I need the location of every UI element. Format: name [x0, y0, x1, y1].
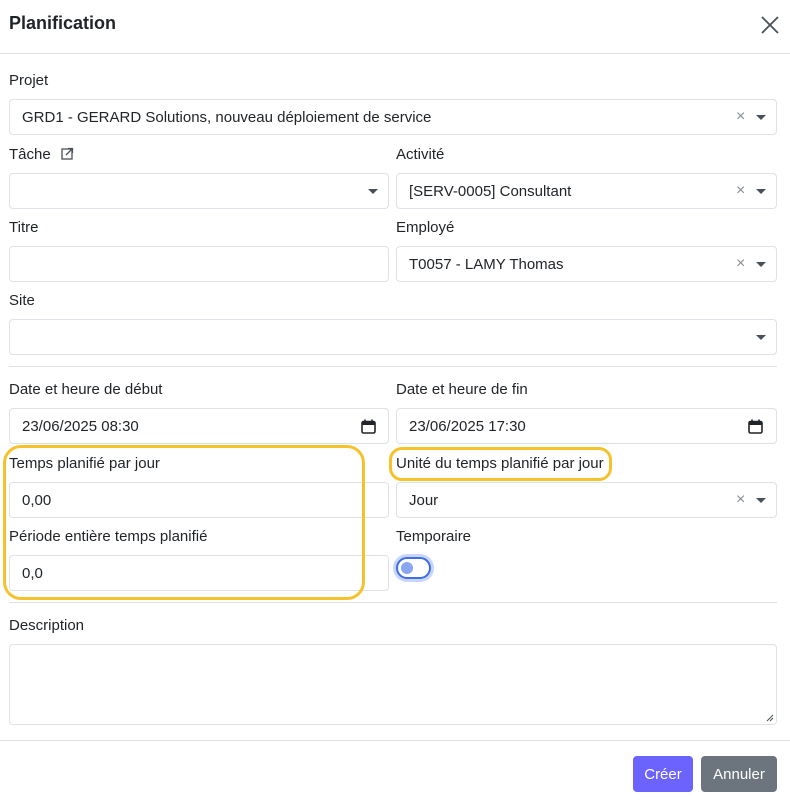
cancel-button[interactable]: Annuler [701, 756, 777, 792]
section-divider [9, 602, 777, 603]
project-select[interactable]: GRD1 - GERARD Solutions, nouveau déploie… [9, 99, 777, 135]
clear-icon[interactable]: × [736, 109, 745, 125]
activity-value: [SERV-0005] Consultant [409, 183, 572, 200]
end-label: Date et heure de fin [396, 381, 528, 398]
chevron-down-icon[interactable] [756, 189, 766, 194]
start-datetime-input[interactable]: 23/06/2025 08:30 [9, 408, 389, 444]
activity-label: Activité [396, 146, 445, 163]
section-divider [9, 366, 777, 367]
start-value: 23/06/2025 08:30 [22, 418, 139, 435]
calendar-icon[interactable] [748, 419, 763, 434]
chevron-down-icon[interactable] [756, 115, 766, 120]
clear-icon[interactable]: × [736, 183, 745, 199]
resize-grip-icon[interactable] [766, 714, 774, 722]
clear-icon[interactable]: × [736, 492, 745, 508]
calendar-icon[interactable] [361, 419, 376, 434]
chevron-down-icon[interactable] [756, 335, 766, 340]
time-unit-select[interactable]: Jour × [396, 482, 777, 518]
dialog-title: Planification [9, 13, 117, 33]
employee-label: Employé [396, 219, 455, 236]
employee-value: T0057 - LAMY Thomas [409, 256, 564, 273]
temporary-toggle[interactable] [396, 557, 431, 579]
project-value: GRD1 - GERARD Solutions, nouveau déploie… [22, 109, 432, 126]
chevron-down-icon[interactable] [368, 189, 378, 194]
clear-icon[interactable]: × [736, 256, 745, 272]
site-label: Site [9, 292, 35, 309]
site-select[interactable] [9, 319, 777, 355]
task-label: Tâche [9, 146, 74, 163]
end-datetime-input[interactable]: 23/06/2025 17:30 [396, 408, 777, 444]
toggle-knob [401, 562, 413, 574]
footer-divider [0, 740, 790, 741]
chevron-down-icon[interactable] [756, 498, 766, 503]
temporary-label: Temporaire [396, 528, 472, 545]
chevron-down-icon[interactable] [756, 262, 766, 267]
close-icon[interactable] [759, 14, 781, 36]
task-select[interactable] [9, 173, 389, 209]
employee-select[interactable]: T0057 - LAMY Thomas × [396, 246, 777, 282]
end-value: 23/06/2025 17:30 [409, 418, 526, 435]
description-textarea[interactable] [9, 644, 777, 725]
highlight-annotation [389, 447, 612, 481]
title-label: Titre [9, 219, 39, 236]
time-unit-value: Jour [409, 492, 439, 509]
project-label: Projet [9, 72, 49, 89]
external-link-icon[interactable] [61, 147, 74, 160]
highlight-annotation [3, 445, 365, 600]
dialog-header: Planification [0, 0, 790, 54]
activity-select[interactable]: [SERV-0005] Consultant × [396, 173, 777, 209]
description-label: Description [9, 617, 85, 634]
create-button[interactable]: Créer [633, 756, 693, 792]
title-input[interactable] [9, 246, 389, 282]
start-label: Date et heure de début [9, 381, 163, 398]
